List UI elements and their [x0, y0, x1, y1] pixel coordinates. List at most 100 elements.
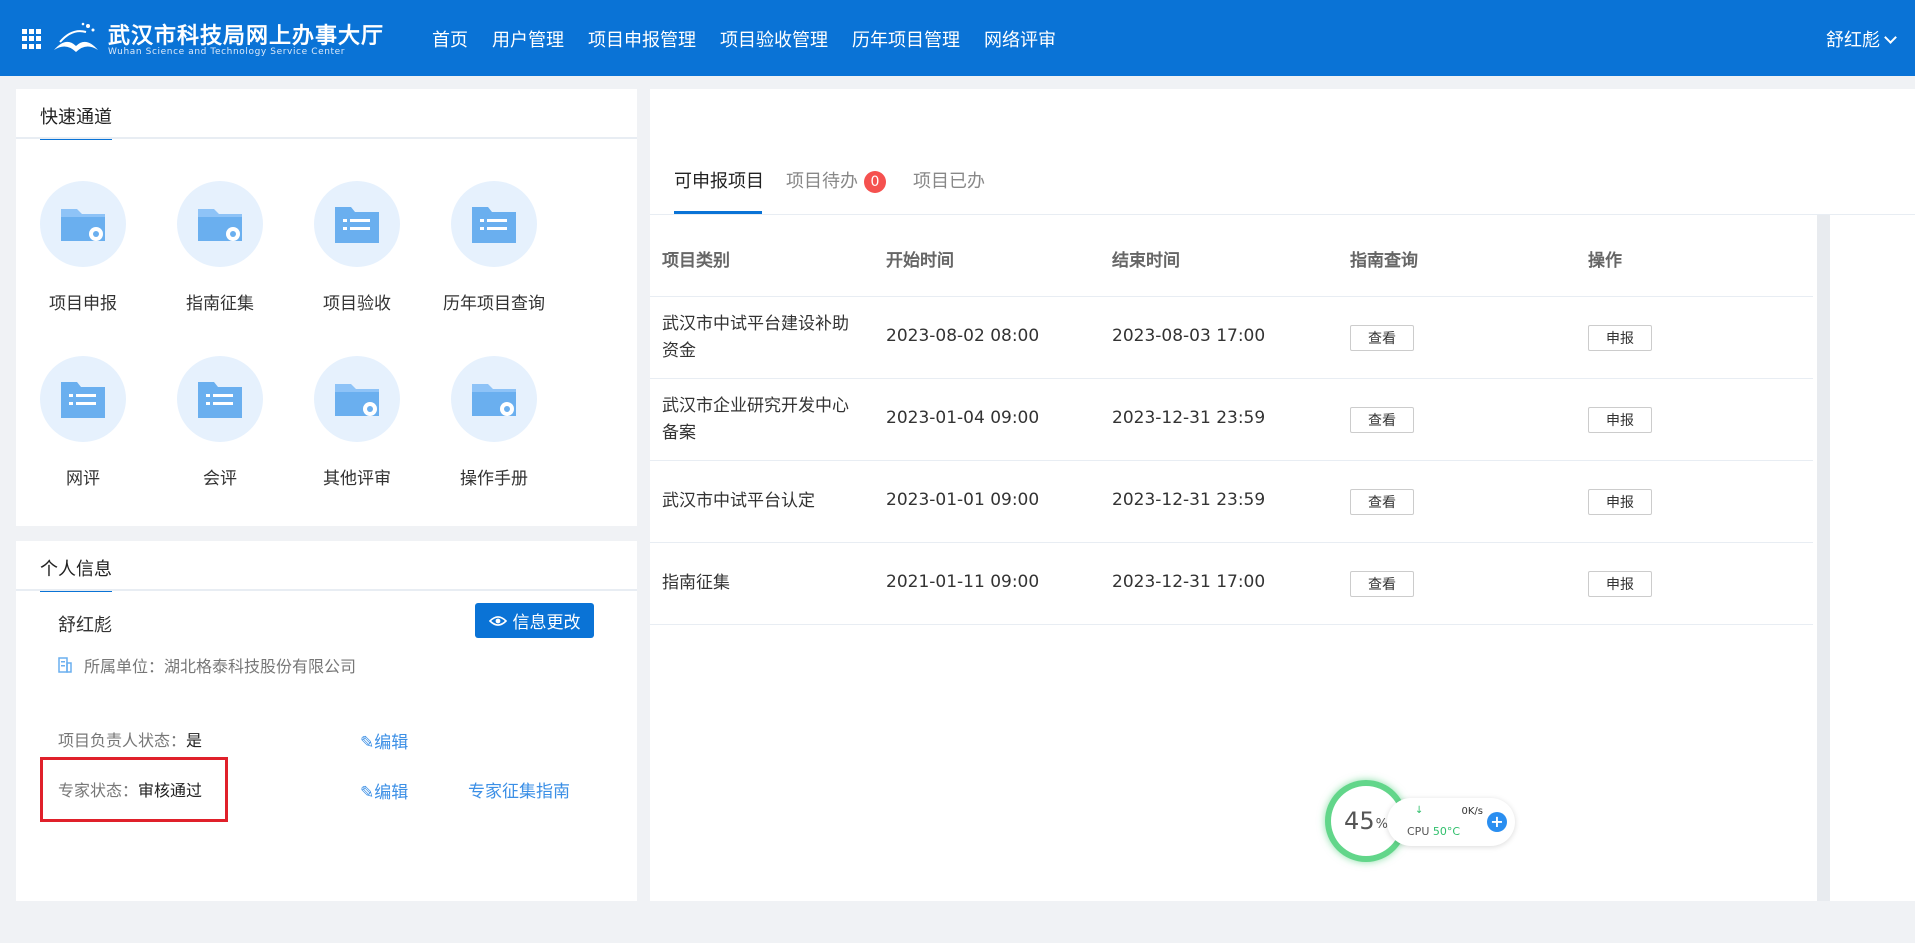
active-tab-indicator	[674, 211, 762, 214]
table-header: 项目类别 开始时间 结束时间 指南查询 操作	[650, 215, 1813, 297]
user-menu[interactable]: 舒红彪	[1826, 26, 1897, 52]
pending-count-badge: 0	[864, 171, 886, 193]
affiliation-text: 所属单位：湖北格泰科技股份有限公司	[84, 657, 357, 676]
pencil-icon: ✎	[360, 733, 375, 753]
tab-label: 项目待办	[786, 171, 858, 192]
quick-item-historical-query[interactable]: 历年项目查询	[439, 181, 549, 314]
edit-leader-status-link[interactable]: ✎编辑	[360, 728, 408, 753]
row-end: 2023-12-31 23:59	[1112, 408, 1266, 428]
leader-status-value: 是	[186, 731, 203, 750]
col-category: 项目类别	[662, 251, 730, 271]
tab-quick-access[interactable]: 快速通道	[40, 103, 112, 140]
col-end-time: 结束时间	[1112, 251, 1180, 271]
edit-info-button[interactable]: 信息更改	[475, 603, 594, 638]
quick-item-label: 操作手册	[460, 469, 528, 489]
user-name: 舒红彪	[1826, 30, 1880, 51]
personal-info-panel: 个人信息 舒红彪 信息更改 所属单位：湖北格泰科技股份有限公司 项目负责人状态：…	[16, 541, 637, 901]
top-bar: 武汉市科技局网上办事大厅 Wuhan Science and Technolog…	[0, 0, 1915, 76]
tab-personal-info[interactable]: 个人信息	[40, 555, 112, 592]
folder-gear-icon	[314, 356, 400, 442]
highlight-box	[40, 757, 228, 822]
table-row: 武汉市中试平台认定 2023-01-01 09:00 2023-12-31 23…	[650, 461, 1813, 543]
chevron-down-icon	[1884, 31, 1897, 44]
quick-item-project-acceptance[interactable]: 项目验收	[302, 181, 412, 314]
col-action: 操作	[1588, 251, 1622, 271]
folder-gear-icon	[451, 356, 537, 442]
nav-home[interactable]: 首页	[432, 26, 468, 52]
row-start: 2023-08-02 08:00	[886, 326, 1040, 346]
nav-historical-projects[interactable]: 历年项目管理	[852, 26, 960, 52]
quick-item-meeting-review[interactable]: 会评	[165, 356, 275, 489]
cpu-temperature: CPU 50°C	[1407, 825, 1460, 838]
tab-pending-projects[interactable]: 项目待办 0	[786, 167, 886, 194]
affiliation: 所属单位：湖北格泰科技股份有限公司	[58, 653, 356, 677]
folder-gear-icon	[40, 181, 126, 267]
leader-status: 项目负责人状态：是	[58, 727, 202, 751]
quick-item-label: 指南征集	[186, 294, 254, 314]
row-end: 2023-12-31 23:59	[1112, 490, 1266, 510]
list-folder-icon	[451, 181, 537, 267]
apps-grid-icon[interactable]	[22, 29, 42, 49]
quick-item-label: 网评	[66, 469, 100, 489]
project-tabs: 可申报项目 项目待办 0 项目已办	[650, 143, 1915, 215]
edit-info-label: 信息更改	[512, 613, 581, 633]
expert-guide-link[interactable]: 专家征集指南	[468, 777, 570, 802]
plus-icon[interactable]: +	[1487, 812, 1507, 832]
nav-user-management[interactable]: 用户管理	[492, 26, 564, 52]
view-button[interactable]: 查看	[1350, 407, 1414, 433]
tab-available-projects[interactable]: 可申报项目	[674, 167, 764, 193]
view-button[interactable]: 查看	[1350, 571, 1414, 597]
apply-button[interactable]: 申报	[1588, 489, 1652, 515]
cpu-usage-value: 45	[1344, 807, 1375, 835]
quick-item-guide-collection[interactable]: 指南征集	[165, 181, 275, 314]
pencil-icon: ✎	[360, 783, 375, 803]
row-end: 2023-08-03 17:00	[1112, 326, 1266, 346]
eye-icon	[488, 615, 507, 626]
table-scrollbar[interactable]	[1817, 215, 1830, 901]
row-start: 2023-01-01 09:00	[886, 490, 1040, 510]
quick-item-online-review[interactable]: 网评	[28, 356, 138, 489]
network-speed-value: 0K/s	[1461, 806, 1484, 817]
apply-button[interactable]: 申报	[1588, 325, 1652, 351]
quick-item-project-apply[interactable]: 项目申报	[28, 181, 138, 314]
user-full-name: 舒红彪	[58, 615, 112, 636]
quick-item-label: 会评	[203, 469, 237, 489]
quick-item-label: 历年项目查询	[443, 294, 545, 314]
row-category: 指南征集	[662, 573, 730, 593]
view-button[interactable]: 查看	[1350, 325, 1414, 351]
apply-button[interactable]: 申报	[1588, 407, 1652, 433]
logo-icon	[54, 22, 98, 52]
apply-button[interactable]: 申报	[1588, 571, 1652, 597]
cpu-label: CPU	[1407, 825, 1430, 838]
quick-item-label: 项目申报	[49, 294, 117, 314]
list-folder-icon	[177, 356, 263, 442]
divider	[16, 589, 637, 591]
tab-completed-projects[interactable]: 项目已办	[913, 167, 985, 193]
edit-expert-status-link[interactable]: ✎编辑	[360, 778, 408, 803]
cpu-temp-value: 50°C	[1432, 825, 1461, 838]
row-end: 2023-12-31 17:00	[1112, 572, 1266, 592]
leader-status-label: 项目负责人状态：	[58, 731, 187, 750]
app-subtitle: Wuhan Science and Technology Service Cen…	[108, 47, 346, 57]
edit-link-label: 编辑	[374, 783, 409, 803]
arrow-down-icon: ↓	[1415, 805, 1424, 816]
col-start-time: 开始时间	[886, 251, 954, 271]
table-row: 指南征集 2021-01-11 09:00 2023-12-31 17:00 查…	[650, 543, 1813, 625]
nav-online-review[interactable]: 网络评审	[984, 26, 1056, 52]
cpu-monitor-widget[interactable]: 45% ↓ 0K/s CPU 50°C +	[1325, 776, 1515, 866]
col-guide: 指南查询	[1350, 251, 1418, 271]
view-button[interactable]: 查看	[1350, 489, 1414, 515]
divider	[16, 137, 637, 139]
building-icon	[58, 657, 72, 673]
row-category: 武汉市企业研究开发中心备案	[662, 396, 849, 443]
nav-project-application[interactable]: 项目申报管理	[588, 26, 696, 52]
projects-panel: 可申报项目 项目待办 0 项目已办 项目类别 开始时间 结束时间 指南查询 操作 …	[650, 143, 1915, 901]
nav-project-acceptance[interactable]: 项目验收管理	[720, 26, 828, 52]
quick-item-other-review[interactable]: 其他评审	[302, 356, 412, 489]
row-category: 武汉市中试平台建设补助资金	[662, 314, 849, 361]
edit-link-label: 编辑	[374, 733, 409, 753]
quick-item-manual[interactable]: 操作手册	[439, 356, 549, 489]
row-category: 武汉市中试平台认定	[662, 491, 815, 511]
main-nav: 首页 用户管理 项目申报管理 项目验收管理 历年项目管理 网络评审	[432, 26, 1080, 52]
cpu-info-pill: ↓ 0K/s CPU 50°C +	[1387, 798, 1515, 846]
